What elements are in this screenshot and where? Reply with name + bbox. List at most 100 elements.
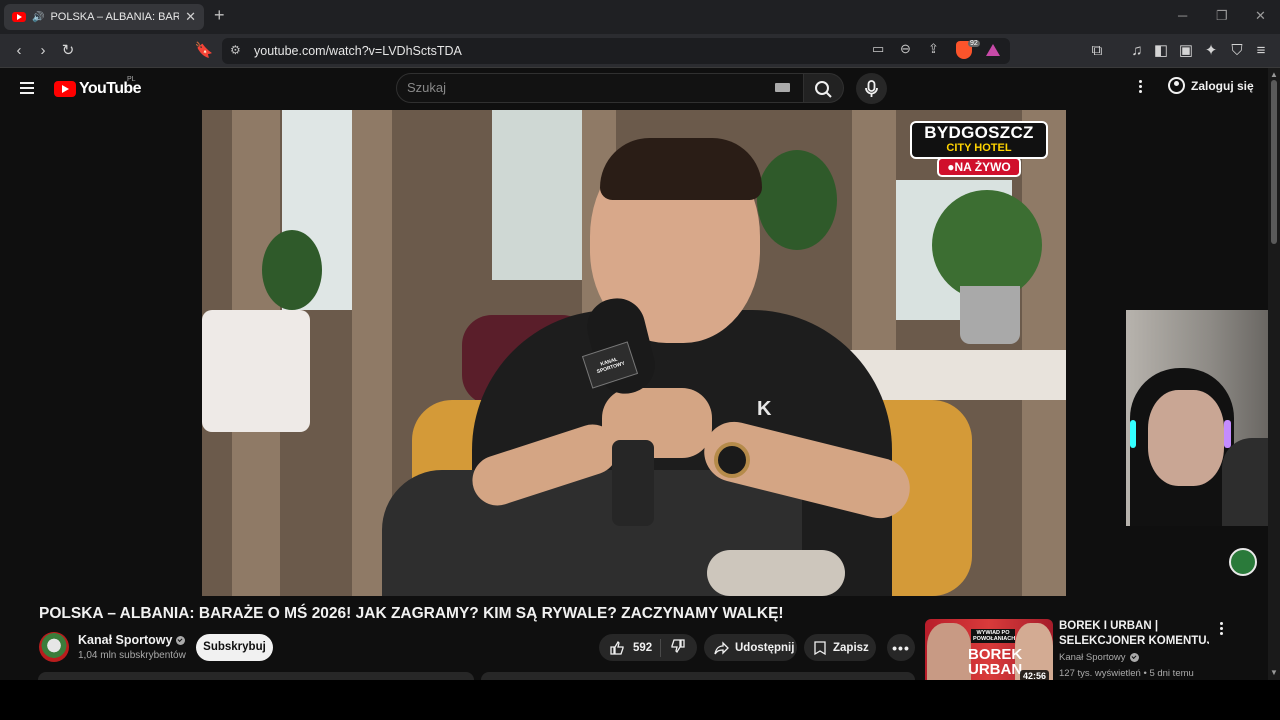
headset-light-right xyxy=(1224,420,1231,448)
more-horizontal-icon: ••• xyxy=(892,639,910,656)
search-input[interactable] xyxy=(407,80,767,95)
streamer-hand xyxy=(1222,438,1268,526)
minimize-window-icon[interactable]: ─ xyxy=(1178,8,1187,23)
description-box[interactable] xyxy=(38,672,474,680)
close-tab-icon[interactable]: ✕ xyxy=(185,9,196,25)
address-bar[interactable]: ⚙ youtube.com/watch?v=LVDhSctsTDA ▭ ⊖ ⇪ … xyxy=(222,38,1010,64)
page-scrollbar[interactable]: ▲ ▼ xyxy=(1268,68,1280,680)
url-text[interactable]: youtube.com/watch?v=LVDhSctsTDA xyxy=(254,44,462,58)
site-settings-icon[interactable]: ⚙ xyxy=(230,43,241,57)
video-player[interactable]: KANAŁ SPORTOWY K BYDGOSZCZ CITY HOTEL ●N… xyxy=(202,110,1066,596)
streamer-face xyxy=(1148,390,1224,486)
search-box xyxy=(396,73,804,103)
verified-icon xyxy=(176,636,186,646)
recommended-title-line2[interactable]: SELEKCJONER KOMENTUJE ... xyxy=(1059,634,1209,649)
search-icon xyxy=(815,81,832,98)
zoom-icon[interactable]: ⊖ xyxy=(900,41,911,57)
tab-title: POLSKA – ALBANIA: BARAŻE xyxy=(50,11,180,23)
video-duration: 42:56 xyxy=(1019,670,1049,680)
shirt-logo: K xyxy=(757,398,772,420)
location-badge-line1: BYDGOSZCZ xyxy=(924,123,1034,142)
maximize-window-icon[interactable]: ❐ xyxy=(1216,8,1228,24)
new-tab-icon[interactable]: + xyxy=(214,5,225,26)
screenshot-icon[interactable]: ⧉ xyxy=(1086,40,1108,62)
like-dislike-group: 592 xyxy=(599,634,697,661)
background-plant xyxy=(932,190,1042,300)
account-icon xyxy=(1168,77,1185,94)
browser-tab-active[interactable]: 🔊 POLSKA – ALBANIA: BARAŻE ✕ xyxy=(4,4,204,30)
thumbs-down-icon xyxy=(671,639,685,654)
browser-menu-icon[interactable]: ≡ xyxy=(1250,40,1272,62)
youtube-header: YouTube PL Zaloguj się xyxy=(0,68,1268,110)
background-window xyxy=(492,110,582,280)
brave-rewards-icon[interactable] xyxy=(986,44,1000,56)
media-icon[interactable]: ♫ xyxy=(1126,40,1148,62)
recommended-title-line1[interactable]: BOREK I URBAN | xyxy=(1059,619,1209,634)
subscriber-count: 1,04 mln subskrybentów xyxy=(78,650,186,661)
youtube-logo[interactable]: YouTube PL xyxy=(54,76,141,98)
channel-watermark-icon[interactable] xyxy=(1229,548,1257,576)
recommended-meta: 127 tys. wyświetleń • 5 dni temu xyxy=(1059,668,1194,679)
thumbnail-tag: WYWIAD PO POWOŁANIACH xyxy=(971,629,1016,643)
person-hair xyxy=(600,138,762,200)
country-code: PL xyxy=(127,76,136,83)
channel-avatar[interactable] xyxy=(39,632,69,662)
share-page-icon[interactable]: ⇪ xyxy=(928,41,939,57)
reload-icon[interactable]: ↻ xyxy=(57,40,79,62)
sign-in-button[interactable]: Zaloguj się xyxy=(1168,77,1254,94)
save-label: Zapisz xyxy=(833,641,869,654)
recommended-channel-name[interactable]: Kanał Sportowy xyxy=(1059,652,1126,663)
browser-tab-strip: 🔊 POLSKA – ALBANIA: BARAŻE ✕ + ─ ❐ ✕ xyxy=(0,0,1280,34)
wristwatch xyxy=(714,442,750,478)
more-actions-button[interactable]: ••• xyxy=(887,634,915,661)
thumbnail-big-text: BOREK URBAN xyxy=(968,646,1023,678)
scroll-up-icon[interactable]: ▲ xyxy=(1270,70,1278,79)
brave-shields-count: 92 xyxy=(968,40,980,47)
background-plant xyxy=(262,230,322,310)
back-icon[interactable]: ‹ xyxy=(8,40,30,62)
location-badge: BYDGOSZCZ CITY HOTEL xyxy=(910,121,1048,159)
chips-strip[interactable] xyxy=(481,672,915,680)
channel-name-link[interactable]: Kanał Sportowy xyxy=(78,633,186,647)
save-button[interactable]: Zapisz xyxy=(804,634,876,661)
share-label: Udostępnij xyxy=(735,641,795,654)
save-bookmark-icon xyxy=(814,640,826,655)
guide-menu-icon[interactable] xyxy=(20,82,34,97)
like-count: 592 xyxy=(633,641,653,654)
headset-light-left xyxy=(1130,420,1136,448)
search-button[interactable] xyxy=(804,73,844,103)
bookmark-icon[interactable]: 🔖 xyxy=(193,40,215,62)
scrollbar-thumb[interactable] xyxy=(1271,80,1277,244)
youtube-play-icon xyxy=(54,81,76,97)
youtube-favicon-icon xyxy=(12,12,26,22)
close-window-icon[interactable]: ✕ xyxy=(1255,8,1266,24)
recommended-more-icon[interactable] xyxy=(1220,622,1224,637)
cast-icon[interactable]: ▭ xyxy=(872,41,884,57)
settings-more-icon[interactable] xyxy=(1139,80,1143,95)
like-button[interactable]: 592 xyxy=(599,638,661,657)
wallet-icon[interactable]: ▣ xyxy=(1175,40,1197,62)
voice-search-button[interactable] xyxy=(856,73,887,104)
sign-in-label: Zaloguj się xyxy=(1191,78,1254,93)
sidebar-icon[interactable]: ◧ xyxy=(1150,40,1172,62)
live-badge: ●NA ŻYWO xyxy=(937,157,1021,177)
scroll-down-icon[interactable]: ▼ xyxy=(1270,668,1278,677)
thumbs-up-icon xyxy=(610,640,624,655)
thumbnail-person-left xyxy=(927,623,971,680)
forward-icon[interactable]: › xyxy=(32,40,54,62)
speaker-icon[interactable]: 🔊 xyxy=(32,12,44,23)
recommended-video-thumbnail[interactable]: WYWIAD PO POWOŁANIACH BOREK URBAN 42:56 xyxy=(925,619,1053,680)
subscribe-button[interactable]: Subskrybuj xyxy=(196,634,273,661)
background-plant xyxy=(757,150,837,250)
recommended-video-title[interactable]: BOREK I URBAN | SELEKCJONER KOMENTUJE ..… xyxy=(1059,619,1209,649)
plant-pot xyxy=(960,286,1020,344)
leo-ai-icon[interactable]: ✦ xyxy=(1200,40,1222,62)
browser-toolbar: ‹ › ↻ 🔖 ⚙ youtube.com/watch?v=LVDhSctsTD… xyxy=(0,34,1280,68)
keyboard-icon[interactable] xyxy=(775,83,790,92)
share-button[interactable]: Udostępnij xyxy=(704,634,797,661)
vpn-icon[interactable]: ⛉ xyxy=(1226,40,1248,62)
channel-name[interactable]: Kanał Sportowy xyxy=(78,633,172,647)
recommended-channel[interactable]: Kanał Sportowy xyxy=(1059,652,1139,663)
sneaker xyxy=(707,550,845,596)
dislike-button[interactable] xyxy=(661,638,686,657)
